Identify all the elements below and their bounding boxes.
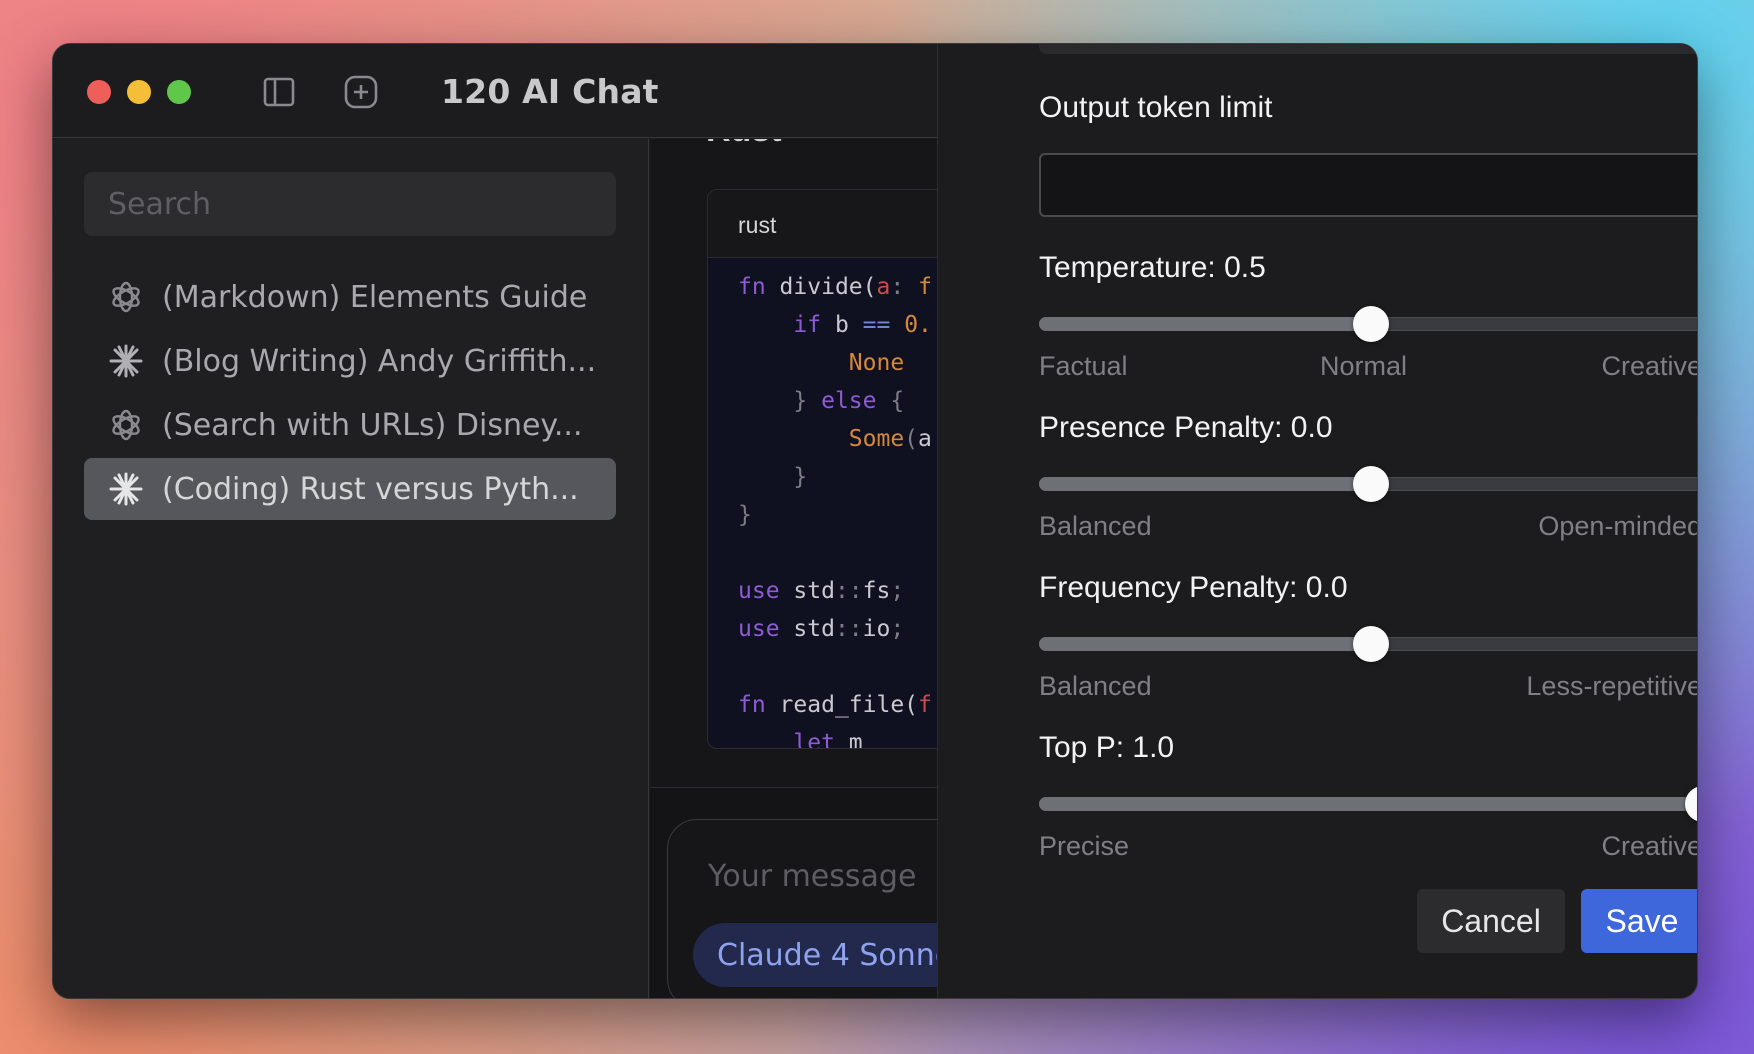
new-chat-icon[interactable] <box>343 74 379 110</box>
slider-thumb[interactable] <box>1353 626 1389 662</box>
chat-item-label: (Markdown) Elements Guide <box>162 279 588 315</box>
frequency-penalty-min-label: Balanced <box>1039 671 1152 701</box>
settings-panel: Output token limit Temperature: 0.5 Fact… <box>937 44 1698 998</box>
top-p-max-label: Creative <box>1601 831 1698 861</box>
temperature-max-label: Creative <box>1601 351 1698 381</box>
temperature-min-label: Factual <box>1039 351 1128 381</box>
temperature-label: Temperature: 0.5 <box>1039 251 1266 284</box>
presence-penalty-slider[interactable] <box>1039 466 1697 502</box>
cancel-button[interactable]: Cancel <box>1417 889 1565 953</box>
openai-logo-icon <box>106 277 146 317</box>
chat-item-label: (Search with URLs) Disney... <box>162 407 583 443</box>
presence-penalty-label: Presence Penalty: 0.0 <box>1039 411 1333 444</box>
slider-thumb[interactable] <box>1353 466 1389 502</box>
slider-fill <box>1039 797 1697 811</box>
app-window: 120 AI Chat (Markdown) Elements Guide <box>52 43 1698 999</box>
chat-item-blog-writing[interactable]: (Blog Writing) Andy Griffith... <box>84 330 616 392</box>
frequency-penalty-slider[interactable] <box>1039 626 1697 662</box>
chat-item-label: (Coding) Rust versus Pyth... <box>162 471 579 507</box>
top-p-min-label: Precise <box>1039 831 1130 861</box>
chat-item-label: (Blog Writing) Andy Griffith... <box>162 343 597 379</box>
save-button[interactable]: Save <box>1581 889 1697 953</box>
code-block: rust fn divide(a: f if b == 0. None } el… <box>707 189 940 749</box>
chat-main: Rust rust fn divide(a: f if b == 0. None… <box>650 139 940 998</box>
slider-fill <box>1039 477 1371 491</box>
app-title: 120 AI Chat <box>441 72 659 111</box>
top-p-slider[interactable] <box>1039 786 1697 822</box>
openai-logo-icon <box>106 405 146 445</box>
temperature-mid-label: Normal <box>1320 351 1408 381</box>
previous-field-input[interactable] <box>1039 44 1697 54</box>
composer-area: Claude 4 Sonnet <box>650 787 940 998</box>
slider-fill <box>1039 317 1371 331</box>
sidebar: (Markdown) Elements Guide (Blog Writing)… <box>53 139 649 998</box>
chat-item-coding-rust-vs-python[interactable]: (Coding) Rust versus Pyth... <box>84 458 616 520</box>
close-window-button[interactable] <box>87 80 111 104</box>
code-language-label: rust <box>708 190 940 258</box>
message-composer: Claude 4 Sonnet <box>667 819 940 998</box>
claude-asterisk-icon <box>106 469 146 509</box>
title-bar: 120 AI Chat <box>53 44 937 138</box>
model-selector-button[interactable]: Claude 4 Sonnet <box>693 923 940 987</box>
message-input[interactable] <box>708 854 940 898</box>
code-content: fn divide(a: f if b == 0. None } else { … <box>738 274 932 749</box>
slider-thumb[interactable] <box>1353 306 1389 342</box>
presence-penalty-min-label: Balanced <box>1039 511 1152 541</box>
search-input[interactable] <box>84 172 616 236</box>
chat-item-markdown-elements-guide[interactable]: (Markdown) Elements Guide <box>84 266 616 328</box>
section-heading: Rust <box>706 139 782 150</box>
frequency-penalty-label: Frequency Penalty: 0.0 <box>1039 571 1348 604</box>
output-token-limit-label: Output token limit <box>1039 91 1273 124</box>
temperature-slider[interactable] <box>1039 306 1697 342</box>
slider-thumb[interactable] <box>1685 786 1697 822</box>
slider-fill <box>1039 637 1371 651</box>
top-p-label: Top P: 1.0 <box>1039 731 1175 764</box>
claude-asterisk-icon <box>106 341 146 381</box>
frequency-penalty-max-label: Less-repetitive <box>1526 671 1698 701</box>
sidebar-toggle-icon[interactable] <box>261 74 297 110</box>
chat-item-search-with-urls[interactable]: (Search with URLs) Disney... <box>84 394 616 456</box>
minimize-window-button[interactable] <box>127 80 151 104</box>
presence-penalty-max-label: Open-minded <box>1538 511 1698 541</box>
zoom-window-button[interactable] <box>167 80 191 104</box>
output-token-limit-input[interactable] <box>1039 153 1697 217</box>
